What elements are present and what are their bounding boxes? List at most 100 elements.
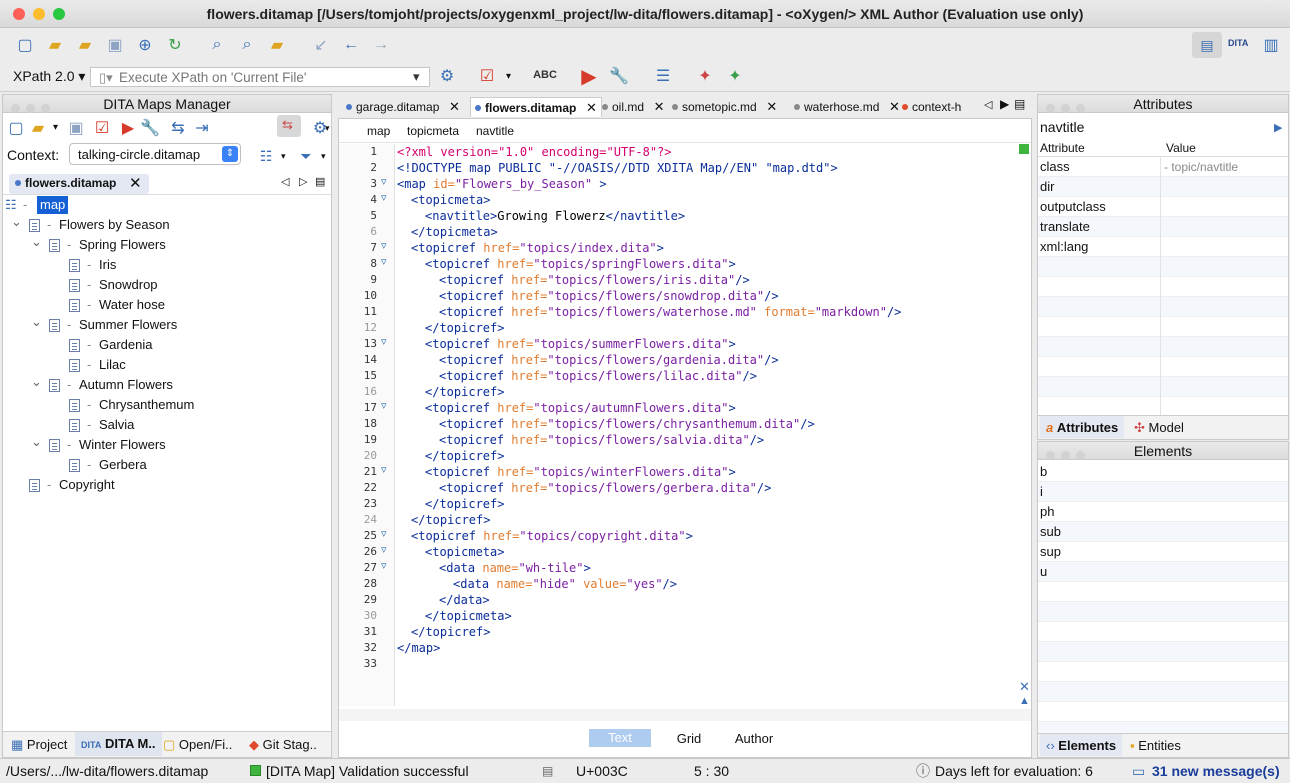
expand-chevron-icon[interactable]: ⌄ [31, 432, 42, 452]
panel-settings-dropdown-icon[interactable]: ▾ [325, 123, 330, 134]
attribute-row[interactable] [1038, 297, 1288, 317]
back-icon[interactable]: ← [340, 34, 362, 56]
save-icon[interactable]: ▣ [104, 34, 126, 56]
attribute-row[interactable] [1038, 257, 1288, 277]
attribute-row[interactable] [1038, 337, 1288, 357]
prev-marker-icon[interactable]: ▲ [1019, 695, 1030, 707]
find-replace-icon[interactable]: ▰ [266, 34, 288, 56]
fold-icon[interactable]: ▿ [381, 175, 387, 188]
tree-item[interactable]: - Water hose [3, 295, 331, 315]
filter-dropdown-icon[interactable]: ▾ [321, 151, 326, 162]
xpath-input[interactable]: ▯▾ Execute XPath on 'Current File' ▾ [90, 67, 430, 87]
attribute-row[interactable]: dir [1038, 177, 1288, 197]
close-markers-icon[interactable]: ✕ [1019, 679, 1030, 695]
attribute-row[interactable] [1038, 317, 1288, 337]
close-tab-icon[interactable]: ✕ [763, 99, 777, 114]
fold-icon[interactable]: ▿ [381, 527, 387, 540]
find-icon[interactable]: ⌕ [206, 34, 228, 56]
apply-transformation-icon[interactable]: ▶ [578, 65, 600, 88]
open-map-xml-icon[interactable]: ⇆ [167, 117, 189, 139]
back-modified-icon[interactable]: ↙ [310, 34, 332, 56]
open-url-icon[interactable]: ▰ [74, 34, 96, 56]
tree-item[interactable]: ⌄ - Flowers by Season [3, 214, 331, 235]
attribute-row[interactable] [1038, 397, 1288, 417]
tree-item[interactable]: ⌄ - Winter Flowers [3, 432, 331, 455]
fold-icon[interactable]: ▿ [381, 543, 387, 556]
element-row[interactable]: b [1038, 462, 1288, 482]
mode-tab-grid[interactable]: Grid [659, 731, 719, 746]
configure-transformation-icon[interactable]: 🔧 [608, 65, 630, 87]
attribute-row[interactable]: class - topic/navtitle [1038, 157, 1288, 177]
element-row[interactable]: u [1038, 562, 1288, 582]
xpath-dropdown-icon[interactable]: ▾ [413, 69, 420, 85]
close-tab-icon[interactable]: ✕ [582, 100, 597, 115]
editor-tab[interactable]: oil.md ✕ [602, 97, 665, 117]
breadcrumb-topicmeta[interactable]: topicmeta [407, 124, 459, 138]
link-with-editor-button[interactable]: ⇆ [277, 115, 301, 137]
xpath-version-select[interactable]: XPath 2.0 ▾ [13, 68, 85, 85]
tab-project[interactable]: ▦ Project [11, 736, 67, 754]
editor-tab[interactable]: context-h [902, 97, 961, 117]
horizontal-scrollbar[interactable] [339, 709, 1031, 721]
tree-item[interactable]: - Gardenia [3, 335, 331, 355]
fold-icon[interactable]: ▿ [381, 335, 387, 348]
element-row[interactable] [1038, 602, 1288, 622]
reload-icon[interactable]: ↻ [164, 34, 186, 56]
breadcrumb-navtitle[interactable]: navtitle [476, 124, 514, 138]
fold-icon[interactable]: ▿ [381, 399, 387, 412]
close-tab-icon[interactable]: ✕ [445, 99, 460, 114]
tab-scroll-right-icon[interactable]: ▷ [299, 175, 307, 188]
validation-ok-marker[interactable] [1019, 144, 1029, 154]
editor-tab-scroll-right-icon[interactable]: ▶ [1000, 97, 1009, 111]
tab-list-icon[interactable]: ▤ [315, 175, 325, 188]
element-row[interactable]: sup [1038, 542, 1288, 562]
breadcrumb-map[interactable]: map [367, 124, 390, 138]
database-perspective-icon[interactable]: ▥ [1260, 34, 1282, 56]
export-map-icon[interactable]: ⇥ [191, 117, 213, 139]
filter-icon[interactable]: ⏷ [295, 145, 317, 167]
attribute-row[interactable]: xml:lang [1038, 237, 1288, 257]
fold-icon[interactable]: ▿ [381, 239, 387, 252]
save-all-icon[interactable]: ⊕ [134, 34, 156, 56]
forward-icon[interactable]: → [370, 34, 392, 56]
element-row[interactable] [1038, 662, 1288, 682]
pin-icon[interactable]: ✦ [694, 65, 716, 87]
element-row[interactable] [1038, 682, 1288, 702]
attribute-row[interactable] [1038, 377, 1288, 397]
editor-tab[interactable]: flowers.ditamap ✕ [470, 97, 602, 117]
tree-item[interactable]: - Iris [3, 255, 331, 275]
attribute-row[interactable]: outputclass [1038, 197, 1288, 217]
attribute-row[interactable]: translate [1038, 217, 1288, 237]
expand-chevron-icon[interactable]: ⌄ [31, 232, 42, 252]
mode-tab-text[interactable]: Text [589, 729, 651, 747]
open-map-dropdown-icon[interactable]: ▾ [53, 122, 58, 133]
tree-item[interactable]: ☷ - map [3, 195, 331, 215]
editor-tab-list-icon[interactable]: ▤ [1014, 97, 1025, 111]
attribute-row[interactable] [1038, 357, 1288, 377]
editor-tab[interactable]: waterhose.md ✕ [794, 97, 900, 117]
tab-open-find[interactable]: ▢ Open/Fi.. [163, 736, 232, 754]
close-tab-icon[interactable]: ✕ [129, 174, 142, 192]
element-row[interactable]: ph [1038, 502, 1288, 522]
element-row[interactable] [1038, 702, 1288, 722]
tab-model[interactable]: ✣ Model [1134, 419, 1184, 437]
code-area[interactable]: <?xml version="1.0" encoding="UTF-8"?> <!… [397, 144, 997, 704]
fold-icon[interactable]: ▿ [381, 463, 387, 476]
tab-attributes[interactable]: a Attributes [1040, 416, 1125, 438]
element-row[interactable] [1038, 622, 1288, 642]
editor-tab-scroll-left-icon[interactable]: ◁ [984, 98, 992, 111]
close-tab-icon[interactable]: ✕ [650, 99, 665, 114]
fold-icon[interactable]: ▿ [381, 255, 387, 268]
element-row[interactable] [1038, 642, 1288, 662]
new-file-icon[interactable]: ▢ [14, 34, 36, 56]
configure-map-icon[interactable]: 🔧 [139, 117, 161, 139]
validate-map-icon[interactable]: ☑ [91, 117, 113, 139]
tree-item[interactable]: - Copyright [3, 475, 331, 495]
tab-elements[interactable]: ‹› Elements [1040, 734, 1123, 756]
save-map-icon[interactable]: ▣ [65, 117, 87, 139]
tab-git-staging[interactable]: ◆ Git Stag.. [249, 736, 317, 754]
editor-tab[interactable]: sometopic.md ✕ [672, 97, 777, 117]
fold-icon[interactable]: ▿ [381, 191, 387, 204]
tab-scroll-left-icon[interactable]: ◁ [281, 175, 289, 188]
expand-chevron-icon[interactable]: ⌄ [31, 312, 42, 332]
